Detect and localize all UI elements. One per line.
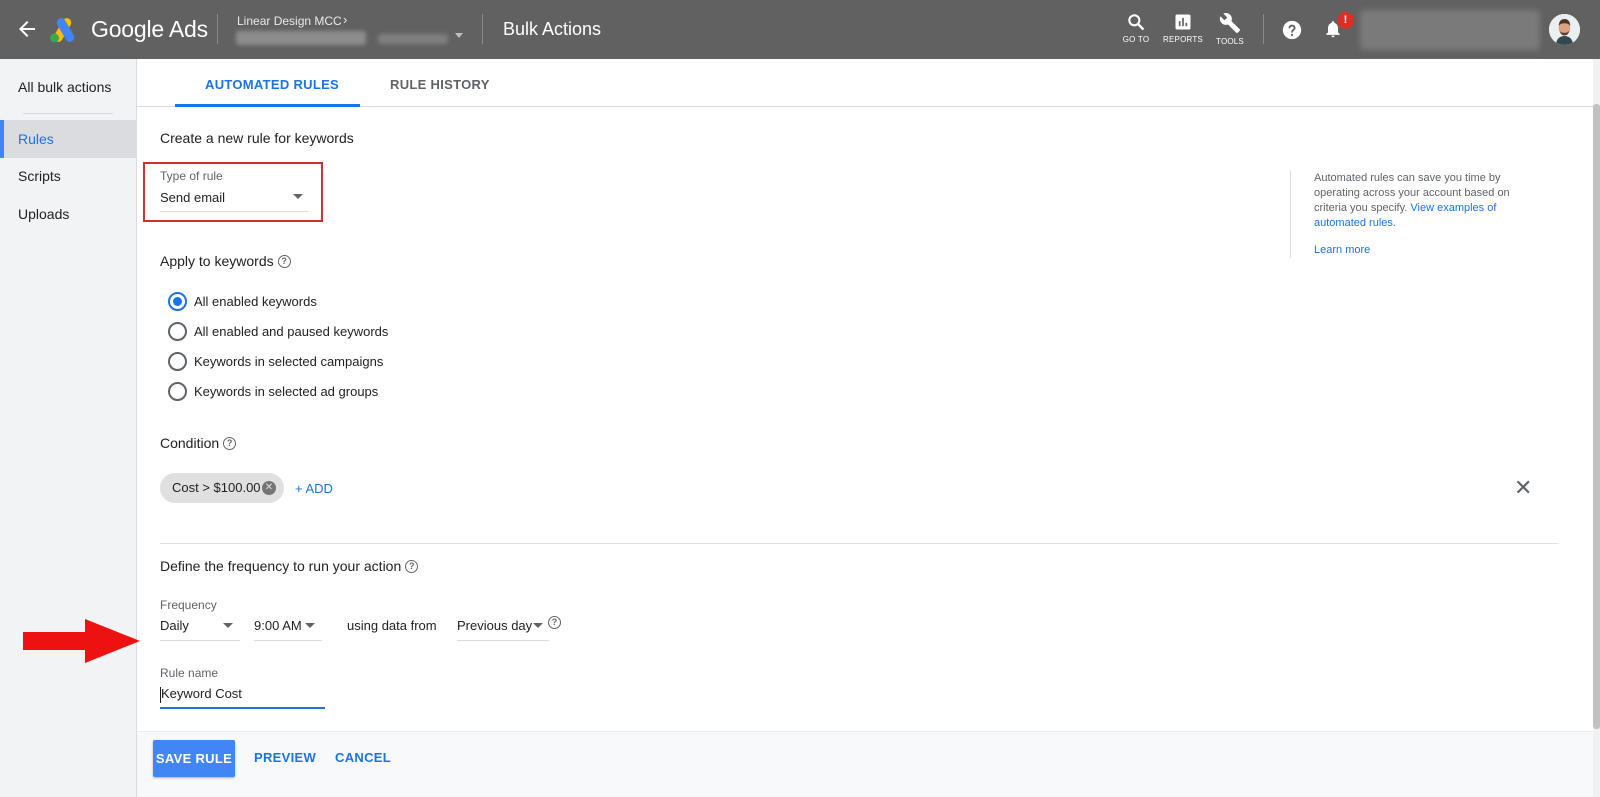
annotation-arrow-icon (23, 619, 140, 663)
radio-all-enabled-paused[interactable] (168, 322, 187, 341)
footer-actions: SAVE RULE PREVIEW CANCEL (137, 731, 1593, 797)
section-divider (160, 543, 1558, 544)
radio-label[interactable]: Keywords in selected campaigns (194, 354, 383, 369)
close-icon[interactable]: ✕ (1514, 477, 1532, 499)
search-icon (1128, 14, 1145, 31)
save-rule-button[interactable]: SAVE RULE (153, 740, 235, 777)
reports-button[interactable]: REPORTS (1157, 12, 1209, 44)
tab-bar: AUTOMATED RULES RULE HISTORY (137, 59, 1593, 107)
frequency-select[interactable]: Daily (160, 618, 189, 633)
goto-button[interactable]: GO TO (1110, 12, 1162, 44)
help-icon[interactable] (1281, 19, 1303, 41)
radio-label[interactable]: All enabled and paused keywords (194, 324, 388, 339)
learn-more-link[interactable]: Learn more (1314, 243, 1370, 258)
help-circle-icon[interactable]: ? (223, 437, 237, 450)
dropdown-arrow-icon[interactable] (293, 194, 303, 199)
time-select[interactable]: 9:00 AM (254, 618, 302, 633)
account-name[interactable]: Linear Design MCC (237, 14, 342, 28)
data-range-select[interactable]: Previous day (457, 618, 532, 633)
sidebar-divider (23, 113, 113, 114)
type-of-rule-select[interactable]: Send email (160, 190, 225, 205)
sidebar-item-scripts[interactable]: Scripts (0, 157, 136, 195)
frequency-label: Frequency (160, 598, 217, 612)
help-circle-icon[interactable]: ? (277, 255, 291, 268)
main-content: AUTOMATED RULES RULE HISTORY Create a ne… (137, 59, 1593, 797)
back-arrow-icon[interactable] (15, 17, 39, 41)
page-title: Bulk Actions (503, 19, 602, 39)
divider (1263, 14, 1264, 44)
select-underline (457, 640, 549, 641)
active-tab-indicator (175, 104, 360, 107)
sidebar-item-rules[interactable]: Rules (0, 120, 136, 158)
account-id-redacted (236, 31, 366, 45)
rule-name-input[interactable]: Keyword Cost (161, 686, 242, 701)
apply-to-keywords-heading: Apply to keywords? (160, 253, 291, 269)
goto-label: GO TO (1122, 35, 1150, 44)
info-panel: Automated rules can save you time by ope… (1290, 171, 1540, 258)
tab-automated-rules[interactable]: AUTOMATED RULES (205, 77, 339, 92)
tab-rule-history[interactable]: RULE HISTORY (390, 77, 490, 92)
dropdown-arrow-icon[interactable] (305, 623, 315, 628)
remove-chip-icon[interactable]: ✕ (262, 481, 276, 495)
divider (482, 14, 483, 44)
sidebar: All bulk actions Rules Scripts Uploads (0, 59, 137, 797)
text-cursor (160, 687, 161, 703)
user-account-redacted[interactable] (1360, 10, 1540, 50)
radio-selected-campaigns[interactable] (168, 352, 187, 371)
sidebar-item-all-bulk-actions[interactable]: All bulk actions (18, 79, 111, 95)
add-condition-button[interactable]: + ADD (295, 481, 333, 496)
condition-chip[interactable]: Cost > $100.00 ✕ (160, 473, 284, 503)
rule-name-label: Rule name (160, 666, 219, 680)
top-app-bar: Google Ads Linear Design MCC › Bulk Acti… (0, 0, 1600, 59)
account-number-redacted (378, 34, 448, 44)
help-circle-icon[interactable]: ? (405, 560, 419, 573)
radio-label[interactable]: All enabled keywords (194, 294, 317, 309)
dropdown-arrow-icon[interactable] (533, 623, 543, 628)
reports-icon (1175, 14, 1191, 30)
brand-name: Google Ads (91, 16, 208, 42)
apply-to-keywords-label: Apply to keywords (160, 253, 274, 269)
scrollbar[interactable] (1593, 59, 1600, 797)
tools-label: TOOLS (1216, 37, 1244, 46)
account-chevron-icon[interactable]: › (343, 12, 347, 27)
radio-label[interactable]: Keywords in selected ad groups (194, 384, 378, 399)
select-underline (160, 211, 308, 212)
type-of-rule-label: Type of rule (160, 169, 223, 183)
radio-all-enabled-keywords[interactable] (168, 292, 187, 311)
notification-badge: ! (1337, 12, 1354, 29)
scrollbar-thumb[interactable] (1593, 104, 1600, 729)
dropdown-arrow-icon[interactable] (223, 623, 233, 628)
google-ads-logo-icon (50, 18, 75, 43)
sidebar-item-uploads[interactable]: Uploads (0, 195, 136, 233)
radio-selected-ad-groups[interactable] (168, 382, 187, 401)
using-data-from-text: using data from (347, 618, 437, 633)
condition-chip-label: Cost > $100.00 (172, 480, 261, 495)
reports-label: REPORTS (1163, 35, 1203, 44)
select-underline (254, 640, 322, 641)
frequency-heading: Define the frequency to run your action? (160, 558, 419, 574)
frequency-heading-label: Define the frequency to run your action (160, 558, 402, 574)
wrench-icon (1219, 13, 1241, 34)
cancel-button[interactable]: CANCEL (335, 750, 391, 765)
condition-label: Condition (160, 435, 220, 451)
input-focus-underline (160, 707, 325, 709)
help-circle-icon[interactable]: ? (548, 616, 561, 629)
condition-heading: Condition? (160, 435, 237, 451)
form-heading: Create a new rule for keywords (160, 130, 354, 146)
tools-button[interactable]: TOOLS (1204, 12, 1256, 46)
select-underline (160, 640, 240, 641)
divider (217, 14, 218, 44)
account-dropdown-icon[interactable] (455, 33, 463, 38)
avatar[interactable] (1549, 14, 1580, 45)
preview-button[interactable]: PREVIEW (254, 750, 316, 765)
